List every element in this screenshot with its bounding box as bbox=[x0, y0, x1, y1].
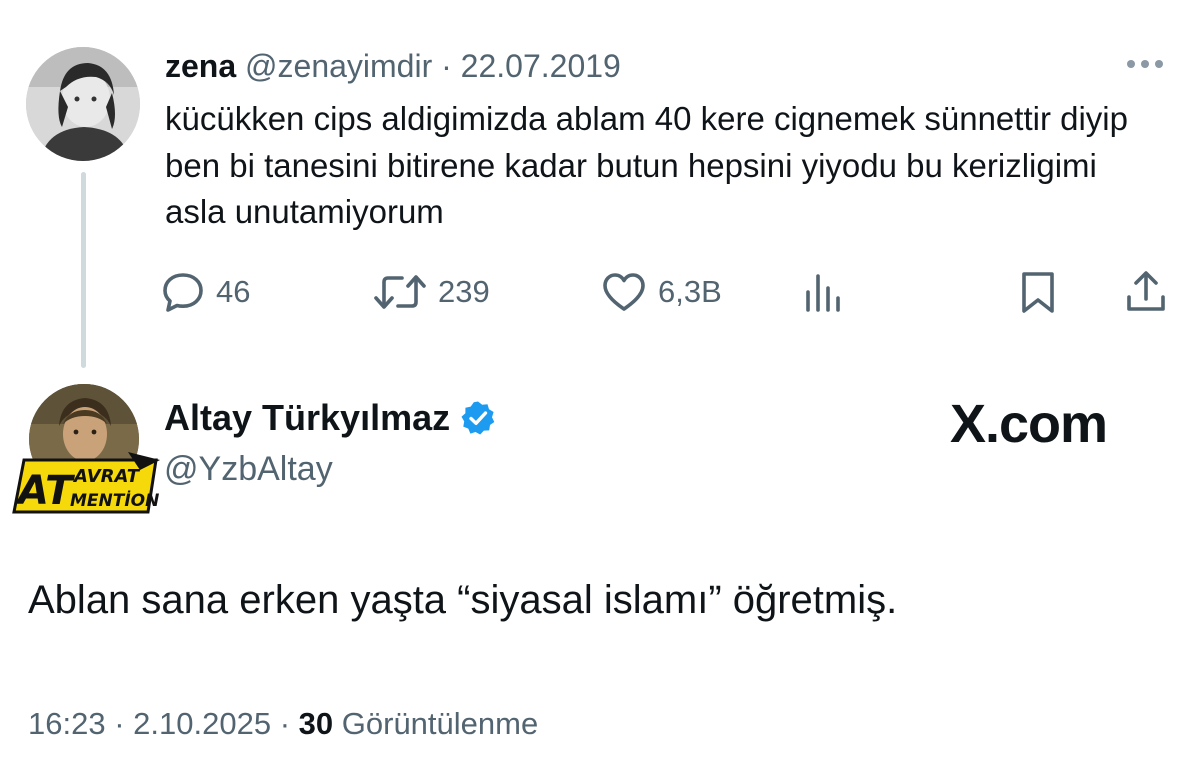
parent-tweet-header: zena @zenayimdir · 22.07.2019 bbox=[165, 44, 621, 88]
reply-tweet-meta: 16:23 · 2.10.2025 · 30 Görüntülenme bbox=[28, 702, 538, 746]
reply-author-handle[interactable]: @YzbAltay bbox=[164, 446, 333, 492]
thread-connector-line bbox=[81, 172, 86, 368]
parent-author-handle[interactable]: @zenayimdir bbox=[245, 48, 432, 84]
reply-author-name[interactable]: Altay Türkyılmaz bbox=[164, 394, 450, 442]
retweet-count: 239 bbox=[438, 274, 490, 309]
parent-author-avatar[interactable] bbox=[26, 47, 140, 161]
like-button[interactable]: 6,3B bbox=[600, 265, 722, 319]
views-count: 30 bbox=[298, 706, 334, 741]
parent-author-name[interactable]: zena bbox=[165, 48, 236, 84]
verified-badge-icon[interactable] bbox=[460, 400, 496, 436]
views-button[interactable] bbox=[800, 265, 850, 319]
heart-icon bbox=[600, 270, 648, 314]
reply-button[interactable]: 46 bbox=[160, 265, 250, 319]
reply-time[interactable]: 16:23 bbox=[28, 706, 106, 741]
views-label: Görüntülenme bbox=[341, 706, 539, 741]
reply-author-name-row: Altay Türkyılmaz bbox=[164, 394, 496, 442]
badge-word1: AVRAT bbox=[72, 466, 141, 487]
reply-tweet-text: Ablan sana erken yaşta “siyasal islamı” … bbox=[28, 578, 898, 622]
retweet-button[interactable]: 239 bbox=[372, 265, 490, 319]
reply-date[interactable]: 2.10.2025 bbox=[133, 706, 271, 741]
more-options-icon[interactable] bbox=[1121, 52, 1169, 76]
bookmark-button[interactable] bbox=[1016, 265, 1060, 319]
badge-word2: MENTİON bbox=[70, 489, 159, 511]
retweet-icon bbox=[372, 270, 428, 314]
meta-separator-2: · bbox=[279, 706, 291, 741]
analytics-icon bbox=[800, 270, 850, 314]
share-icon bbox=[1124, 269, 1168, 315]
parent-tweet-date[interactable]: 22.07.2019 bbox=[461, 48, 621, 84]
reply-count: 46 bbox=[216, 274, 251, 309]
header-separator: · bbox=[441, 48, 452, 84]
reply-bubble-icon bbox=[160, 270, 206, 314]
parent-tweet-actions: 46 239 6,3B bbox=[160, 265, 1170, 319]
like-count: 6,3B bbox=[658, 274, 722, 309]
meta-separator-1: · bbox=[114, 706, 125, 741]
avrat-mention-badge: AT AVRAT MENTİON bbox=[10, 450, 160, 518]
bookmark-icon bbox=[1016, 269, 1060, 315]
badge-big-letters: AT bbox=[15, 468, 75, 514]
parent-tweet-text: kücükken cips aldigimizda ablam 40 kere … bbox=[165, 100, 1128, 230]
x-com-watermark: X.com bbox=[950, 394, 1108, 454]
share-button[interactable] bbox=[1124, 265, 1168, 319]
